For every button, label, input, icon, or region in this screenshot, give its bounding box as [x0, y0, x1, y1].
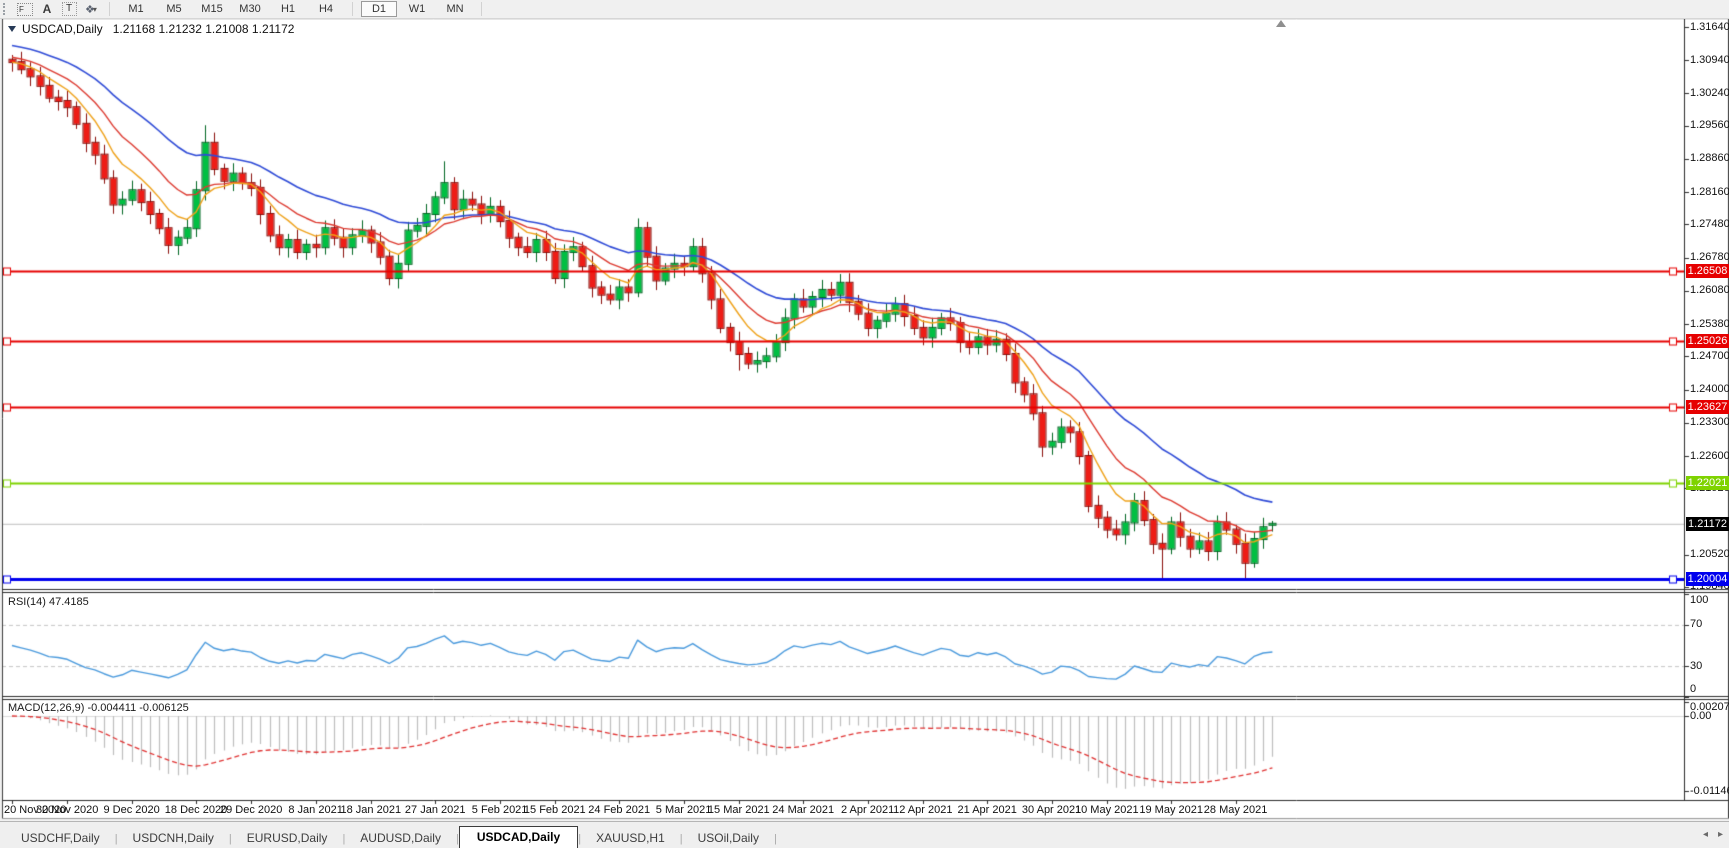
letter-a-icon[interactable]: A	[38, 2, 56, 17]
main-toolbar: F A T ❖ ▾ M1 M5 M15 M30 H1 H4 D1 W1 MN	[0, 0, 1729, 19]
date-axis-label: 21 Apr 2021	[957, 804, 1017, 816]
line-price-badge: 1.20004	[1686, 572, 1729, 587]
macd-axis-label: 0.00	[1690, 709, 1712, 722]
price-axis-label: 1.24000	[1690, 383, 1729, 396]
date-axis-label: 15 Feb 2021	[523, 804, 586, 816]
timeframe-button-m5[interactable]: M5	[156, 1, 192, 17]
date-axis-label: 27 Jan 2021	[404, 804, 466, 816]
timeframe-button-d1[interactable]: D1	[361, 1, 397, 17]
tab-xauusd-h1[interactable]: XAUUSD,H1	[581, 828, 680, 848]
tab-scroll-right-icon[interactable]: ▸	[1718, 829, 1723, 840]
timeframe-button-mn[interactable]: MN	[437, 1, 473, 17]
a-glyph: A	[42, 2, 52, 16]
price-axis-label: 1.28160	[1690, 185, 1729, 198]
date-axis-label: 19 May 2021	[1139, 804, 1203, 816]
price-axis-label: 1.25380	[1690, 317, 1729, 330]
dropdown-caret-icon: ▾	[92, 4, 97, 14]
tab-eurusd-daily[interactable]: EURUSD,Daily	[232, 828, 343, 848]
date-axis-label: 15 Mar 2021	[707, 804, 770, 816]
timeframe-button-m30[interactable]: M30	[232, 1, 268, 17]
toolbar-separator	[481, 2, 482, 16]
date-axis-label: 30 Nov 2020	[35, 804, 99, 816]
tab-usdchf-daily[interactable]: USDCHF,Daily	[6, 828, 115, 848]
line-price-badge: 1.26508	[1686, 263, 1729, 278]
toolbar-grip-handle[interactable]	[3, 3, 8, 15]
chart-shift-marker-icon	[1276, 20, 1286, 27]
price-axis-label: 1.22600	[1690, 449, 1729, 462]
timeframe-button-h4[interactable]: H4	[308, 1, 344, 17]
chart-tabs: USDCHF,Daily | USDCNH,Daily | EURUSD,Daily | A…	[0, 825, 777, 848]
date-axis-label: 18 Jan 2021	[340, 804, 402, 816]
price-axis-label: 1.26780	[1690, 251, 1729, 264]
rsi-axis-label: 0	[1690, 683, 1697, 695]
toolbar-separator	[352, 2, 353, 16]
timeframe-button-m1[interactable]: M1	[118, 1, 154, 17]
tab-audusd-daily[interactable]: AUDUSD,Daily	[345, 828, 456, 848]
tab-usdcnh-daily[interactable]: USDCNH,Daily	[118, 828, 229, 848]
date-axis-label: 2 Apr 2021	[840, 804, 895, 816]
timeframe-button-h1[interactable]: H1	[270, 1, 306, 17]
price-axis-label: 1.20520	[1690, 548, 1729, 561]
f-glyph: F	[17, 2, 33, 16]
line-price-badge: 1.22021	[1686, 476, 1729, 491]
date-axis-label: 24 Mar 2021	[772, 804, 835, 816]
price-axis-label: 1.30240	[1690, 86, 1729, 99]
t-glyph: T	[61, 2, 77, 16]
terminal-window: F A T ❖ ▾ M1 M5 M15 M30 H1 H4 D1 W1 MN USDCAD,Dai…	[0, 0, 1729, 848]
date-axis-label: 9 Dec 2020	[103, 804, 160, 816]
tab-scroll-left-icon[interactable]: ◂	[1703, 829, 1708, 840]
macd-indicator-label: MACD(12,26,9) -0.004411 -0.006125	[8, 702, 189, 714]
text-tool-icon[interactable]: T	[60, 2, 78, 17]
chart-title-bar: USDCAD,Daily 1.21168 1.21232 1.21008 1.2…	[8, 22, 294, 36]
date-axis-label: 24 Feb 2021	[588, 804, 651, 816]
current-price-badge: 1.21172	[1686, 516, 1729, 531]
rsi-indicator-label: RSI(14) 47.4185	[8, 596, 89, 608]
price-axis-label: 1.31640	[1690, 20, 1729, 33]
price-axis-label: 1.30940	[1690, 53, 1729, 66]
cursor-style-icon[interactable]: ❖ ▾	[82, 2, 100, 17]
rsi-axis-label: 30	[1690, 659, 1703, 672]
price-axis-label: 1.28860	[1690, 152, 1729, 165]
line-price-badge: 1.23627	[1686, 400, 1729, 415]
chart-tab-bar: USDCHF,Daily | USDCNH,Daily | EURUSD,Daily | A…	[0, 821, 1729, 848]
date-axis-label: 30 Apr 2021	[1021, 804, 1082, 816]
price-axis-label: 1.26080	[1690, 284, 1729, 297]
dotted-box-f-icon[interactable]: F	[16, 2, 34, 17]
chart-symbol-label: USDCAD,Daily	[22, 22, 103, 36]
timeframe-button-w1[interactable]: W1	[399, 1, 435, 17]
date-axis-label: 8 Jan 2021	[288, 804, 343, 816]
line-price-badge: 1.25026	[1686, 333, 1729, 348]
price-axis-label: 1.27480	[1690, 217, 1729, 230]
macd-axis-label: -0.011462	[1690, 784, 1729, 797]
timeframe-toolbar: M1 M5 M15 M30 H1 H4 D1 W1 MN	[117, 0, 474, 18]
date-axis-label: 18 Dec 2020	[164, 804, 228, 816]
date-axis-label: 5 Feb 2021	[471, 804, 528, 816]
tab-usdcad-daily[interactable]: USDCAD,Daily	[458, 826, 579, 848]
price-axis-label: 1.29560	[1690, 119, 1729, 132]
chart-plot-canvas[interactable]	[0, 0, 1729, 848]
rsi-axis-label: 70	[1690, 618, 1703, 631]
date-axis-label: 12 Apr 2021	[893, 804, 953, 816]
tab-scroll-arrows: ◂ ▸	[1703, 829, 1723, 840]
tab-separator: |	[773, 833, 777, 845]
price-axis-label: 1.24700	[1690, 349, 1729, 362]
rsi-axis-label: 100	[1690, 594, 1709, 606]
timeframe-button-m15[interactable]: M15	[194, 1, 230, 17]
collapse-triangle-icon[interactable]	[8, 26, 16, 32]
chart-ohlc-quote: 1.21168 1.21232 1.21008 1.21172	[112, 22, 295, 36]
tab-usoil-daily[interactable]: USOil,Daily	[683, 828, 774, 848]
price-axis-label: 1.23300	[1690, 416, 1729, 429]
date-axis-label: 5 Mar 2021	[655, 804, 712, 816]
date-axis-label: 10 May 2021	[1074, 804, 1139, 816]
date-axis-label: 28 May 2021	[1203, 804, 1268, 816]
date-axis-label: 29 Dec 2020	[219, 804, 283, 816]
toolbar-separator	[109, 2, 110, 16]
